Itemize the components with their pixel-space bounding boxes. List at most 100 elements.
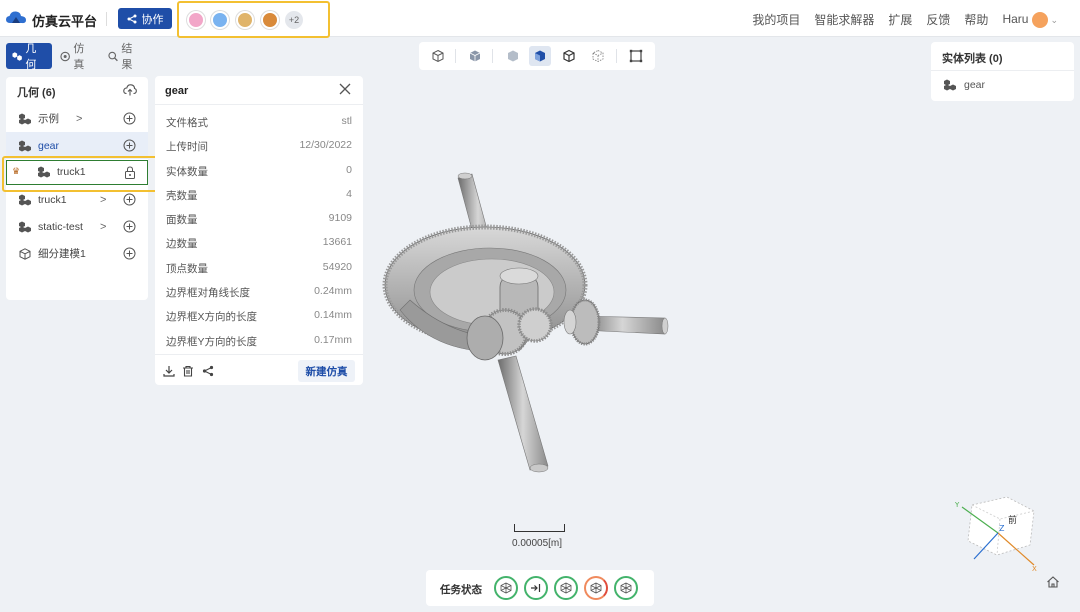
geometry-item-gear[interactable]: gear [6,132,148,159]
geometry-item-label: 细分建模1 [38,248,86,260]
nav-extensions[interactable]: 扩展 [888,11,912,28]
properties-title: gear [165,85,189,97]
gizmo-front-label: 前 [1008,514,1017,526]
property-value: 13661 [322,236,352,248]
lock-icon[interactable] [124,166,136,179]
wireframe-cube-icon [563,49,575,63]
add-circle-icon[interactable] [123,112,136,125]
property-key: 壳数量 [166,190,198,202]
user-avatar [1032,11,1049,28]
property-key: 文件格式 [166,117,208,129]
add-circle-icon[interactable] [123,247,136,260]
close-icon[interactable] [339,83,351,95]
view-points-button[interactable] [587,46,609,66]
task-mesh-button[interactable] [494,576,518,600]
property-row: 上传时间 12/30/2022 [166,139,352,154]
home-icon[interactable] [1046,575,1060,589]
task-import-button[interactable] [524,576,548,600]
chevron-right-icon[interactable]: > [100,194,106,206]
nav-smart-solver[interactable]: 智能求解器 [814,11,874,28]
collaborate-button[interactable]: 协作 [118,8,172,29]
entity-list-panel: 实体列表 (0) gear [931,42,1074,101]
geometry-item-example[interactable]: 示例 > [6,105,148,132]
surface-cube-icon [535,50,545,62]
trophy-icon: ♛ [12,166,21,176]
top-bar: 仿真云平台 协作 +2 我的项目 智能求解器 扩展 反馈 帮助 Haru ⌄ [0,0,1080,38]
task-status-label: 任务状态 [440,584,482,596]
download-icon[interactable] [163,365,175,377]
view-isometric-button[interactable] [427,46,449,66]
property-value: 4 [346,188,352,200]
upload-icon[interactable] [123,83,137,97]
geometry-icon [12,51,22,61]
geometry-item-label: truck1 [57,166,86,178]
add-circle-icon[interactable] [123,139,136,152]
property-row: 边界框Y方向的长度 0.17mm [166,334,352,349]
mesh-icon [560,582,572,594]
geometry-item-label: gear [38,139,60,152]
frame-icon [629,49,643,63]
property-row: 实体数量 0 [166,164,352,179]
shaded-cube-icon [508,50,518,62]
task-status-bar: 任务状态 [426,570,654,606]
nav-help[interactable]: 帮助 [964,11,988,28]
collaborator-avatar[interactable] [211,11,229,29]
trash-icon[interactable] [182,365,194,377]
tab-results[interactable]: 结果 [102,43,148,71]
divider [155,354,363,355]
cubes-icon [19,221,31,232]
property-value: 9109 [328,212,352,224]
gizmo-y-label: Y [954,501,960,509]
cube-icon [19,247,31,260]
results-icon [108,51,118,61]
fit-view-button[interactable] [625,46,647,66]
share-icon[interactable] [202,365,214,377]
entity-item-gear[interactable]: gear [943,79,985,91]
tab-simulation-label: 仿真 [73,43,85,71]
tab-geometry[interactable]: 几何 [6,43,52,71]
view-surface-button[interactable] [529,46,551,66]
geometry-item-truck1-locked[interactable]: ♛ truck1 [6,160,148,185]
collaborator-avatar[interactable] [236,11,254,29]
add-circle-icon[interactable] [123,193,136,206]
view-wireframe-button[interactable] [558,46,580,66]
geometry-item-label: truck1 [38,193,67,206]
collaborator-avatar[interactable] [261,11,279,29]
user-menu[interactable]: Haru ⌄ [1002,11,1058,28]
nav-feedback[interactable]: 反馈 [926,11,950,28]
property-key: 上传时间 [166,141,208,153]
simulation-icon [60,51,70,61]
user-name: Haru [1002,11,1029,26]
chevron-right-icon[interactable]: > [76,113,82,125]
properties-panel: gear 文件格式 stl 上传时间 12/30/2022 实体数量 0 壳数量 4 面… [155,76,363,385]
view-shaded-button[interactable] [502,46,524,66]
cubes-icon [944,79,956,91]
property-row: 边界框对角线长度 0.24mm [166,285,352,300]
task-result-button[interactable] [614,576,638,600]
chevron-right-icon[interactable]: > [100,221,106,233]
more-collaborators-badge[interactable]: +2 [285,11,303,29]
task-solve-button[interactable] [554,576,578,600]
property-value: 12/30/2022 [299,139,352,151]
property-value: 0.14mm [314,309,352,321]
geometry-item-subdivision-model[interactable]: 细分建模1 [6,240,148,267]
nav-my-projects[interactable]: 我的项目 [752,11,800,28]
geometry-header: 几何 (6) [17,87,56,99]
property-key: 边数量 [166,238,198,250]
property-value: 0 [346,164,352,176]
cubes-icon [38,166,50,178]
gizmo-z-label: Z [999,524,1005,533]
property-row: 壳数量 4 [166,188,352,203]
view-solid-button[interactable] [464,46,486,66]
geometry-item-static-test[interactable]: static-test > [6,213,148,240]
new-simulation-button[interactable]: 新建仿真 [298,360,355,382]
tab-simulation[interactable]: 仿真 [54,43,100,71]
property-key: 顶点数量 [166,263,208,275]
orientation-gizmo[interactable]: 前 X Y Z [952,493,1042,573]
divider [931,70,1074,71]
gear-model-viewport[interactable] [380,160,680,480]
task-running-button[interactable] [584,576,608,600]
collaborator-avatar[interactable] [187,11,205,29]
add-circle-icon[interactable] [123,220,136,233]
geometry-item-label: static-test [38,220,83,233]
